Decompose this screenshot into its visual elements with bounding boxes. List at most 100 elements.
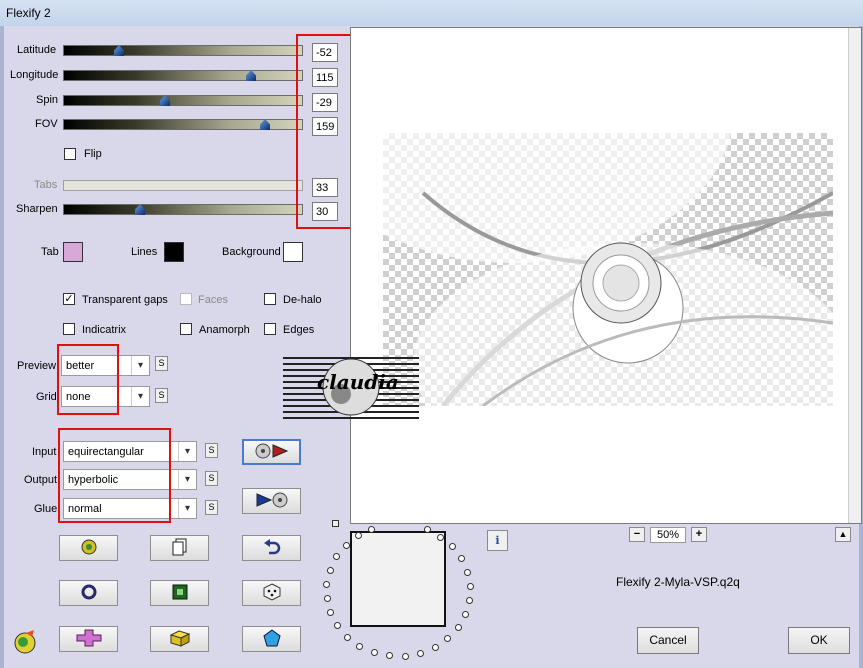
flip-label: Flip <box>84 148 102 160</box>
navigator-anchor[interactable] <box>332 520 339 527</box>
input-label: Input <box>32 446 57 458</box>
slider-spin[interactable] <box>63 95 303 106</box>
dial-dot[interactable] <box>386 652 393 659</box>
dial-dot[interactable] <box>355 532 362 539</box>
slider-thumb[interactable] <box>135 204 145 215</box>
dial-dot[interactable] <box>368 526 375 533</box>
preview-image <box>383 133 833 406</box>
preset-name: Flexify 2-Myla-VSP.q2q <box>616 575 740 589</box>
dial-dot[interactable] <box>323 581 330 588</box>
watermark-text: claudia <box>317 370 399 394</box>
dial-dot[interactable] <box>444 635 451 642</box>
glue-s-button[interactable]: S <box>205 500 218 515</box>
dial-dot[interactable] <box>417 650 424 657</box>
dial-dot[interactable] <box>466 597 473 604</box>
undo-button[interactable] <box>242 535 301 561</box>
ring-button[interactable] <box>59 580 118 606</box>
slider-label-longitude: Longitude <box>10 69 59 81</box>
info-button[interactable]: i <box>487 530 508 551</box>
info-icon: i <box>495 534 500 547</box>
lines-color-swatch[interactable] <box>164 242 184 262</box>
dial-dot[interactable] <box>458 555 465 562</box>
window-title: Flexify 2 <box>6 6 51 20</box>
chevron-down-icon: ▾ <box>178 470 196 489</box>
render-to-preview-button[interactable] <box>242 439 301 465</box>
transparent-gaps-checkbox[interactable]: ✓ <box>63 293 75 305</box>
navigator-thumbnail[interactable] <box>350 531 446 627</box>
anamorph-label: Anamorph <box>199 324 250 336</box>
output-label: Output <box>24 474 58 486</box>
flip-checkbox[interactable] <box>64 148 76 160</box>
zoom-out-button[interactable]: − <box>629 527 645 542</box>
cross-button[interactable] <box>59 626 118 652</box>
pentagon-button[interactable] <box>242 626 301 652</box>
slider-label-sharpen: Sharpen <box>16 203 58 215</box>
slider-thumb[interactable] <box>114 45 124 56</box>
tab-color-label: Tab <box>41 246 59 258</box>
logo-icon[interactable] <box>12 629 38 658</box>
cancel-button[interactable]: Cancel <box>637 627 699 654</box>
output-s-button[interactable]: S <box>205 471 218 486</box>
dial-dot[interactable] <box>327 609 334 616</box>
dial-dot[interactable] <box>333 553 340 560</box>
dial-dot[interactable] <box>464 569 471 576</box>
dial-dot[interactable] <box>334 622 341 629</box>
dial-dot[interactable] <box>324 595 331 602</box>
dial-dot[interactable] <box>437 534 444 541</box>
zoom-level: 50% <box>650 527 686 543</box>
preview-s-button[interactable]: S <box>155 356 168 371</box>
slider-thumb[interactable] <box>246 70 256 81</box>
slider-longitude[interactable] <box>63 70 303 81</box>
transparent-gaps-label: Transparent gaps <box>82 294 168 306</box>
anamorph-checkbox[interactable] <box>180 323 192 335</box>
edges-checkbox[interactable] <box>264 323 276 335</box>
dial-dot[interactable] <box>344 634 351 641</box>
dial-dot[interactable] <box>432 644 439 651</box>
cube-button[interactable] <box>150 626 209 652</box>
dial-dot[interactable] <box>467 583 474 590</box>
dial-dot[interactable] <box>343 542 350 549</box>
dial-dot[interactable] <box>462 611 469 618</box>
slider-label-latitude: Latitude <box>17 44 57 56</box>
preview-scrollbar[interactable] <box>848 28 861 523</box>
faces-checkbox[interactable] <box>180 293 192 305</box>
slider-sharpen[interactable] <box>63 204 303 215</box>
indicatrix-label: Indicatrix <box>82 324 127 336</box>
de-halo-checkbox[interactable] <box>264 293 276 305</box>
highlight-box-mapping <box>58 428 171 523</box>
background-color-swatch[interactable] <box>283 242 303 262</box>
dial-dot[interactable] <box>327 567 334 574</box>
slider-thumb[interactable] <box>160 95 170 106</box>
slider-label-spin: Spin <box>36 94 59 106</box>
slider-fov[interactable] <box>63 119 303 130</box>
dial-dot[interactable] <box>424 526 431 533</box>
glue-label: Glue <box>34 503 58 515</box>
indicatrix-checkbox[interactable] <box>63 323 75 335</box>
input-s-button[interactable]: S <box>205 443 218 458</box>
copy-button[interactable] <box>150 535 209 561</box>
lines-color-label: Lines <box>131 246 158 258</box>
ring-icon <box>81 584 97 603</box>
dial-dot[interactable] <box>371 649 378 656</box>
slider-thumb[interactable] <box>260 119 270 130</box>
ok-button[interactable]: OK <box>788 627 850 654</box>
slider-latitude[interactable] <box>63 45 303 56</box>
render-from-preview-button[interactable] <box>242 488 301 514</box>
zoom-in-button[interactable]: + <box>691 527 707 542</box>
grid-s-button[interactable]: S <box>155 388 168 403</box>
about-button[interactable] <box>59 535 118 561</box>
dial-dot[interactable] <box>402 653 409 660</box>
de-halo-label: De-halo <box>283 294 322 306</box>
collapse-button[interactable]: ▲ <box>835 527 851 542</box>
grid-label: Grid <box>36 391 57 403</box>
faces-label: Faces <box>198 294 228 306</box>
dial-dot[interactable] <box>356 643 363 650</box>
slider-tabs[interactable] <box>63 180 303 191</box>
render-from-preview-icon <box>255 492 289 511</box>
dial-dot[interactable] <box>449 543 456 550</box>
random-button[interactable] <box>242 580 301 606</box>
dial-dot[interactable] <box>455 624 462 631</box>
tab-color-swatch[interactable] <box>63 242 83 262</box>
chevron-down-icon: ▾ <box>131 387 149 406</box>
square-button[interactable] <box>150 580 209 606</box>
